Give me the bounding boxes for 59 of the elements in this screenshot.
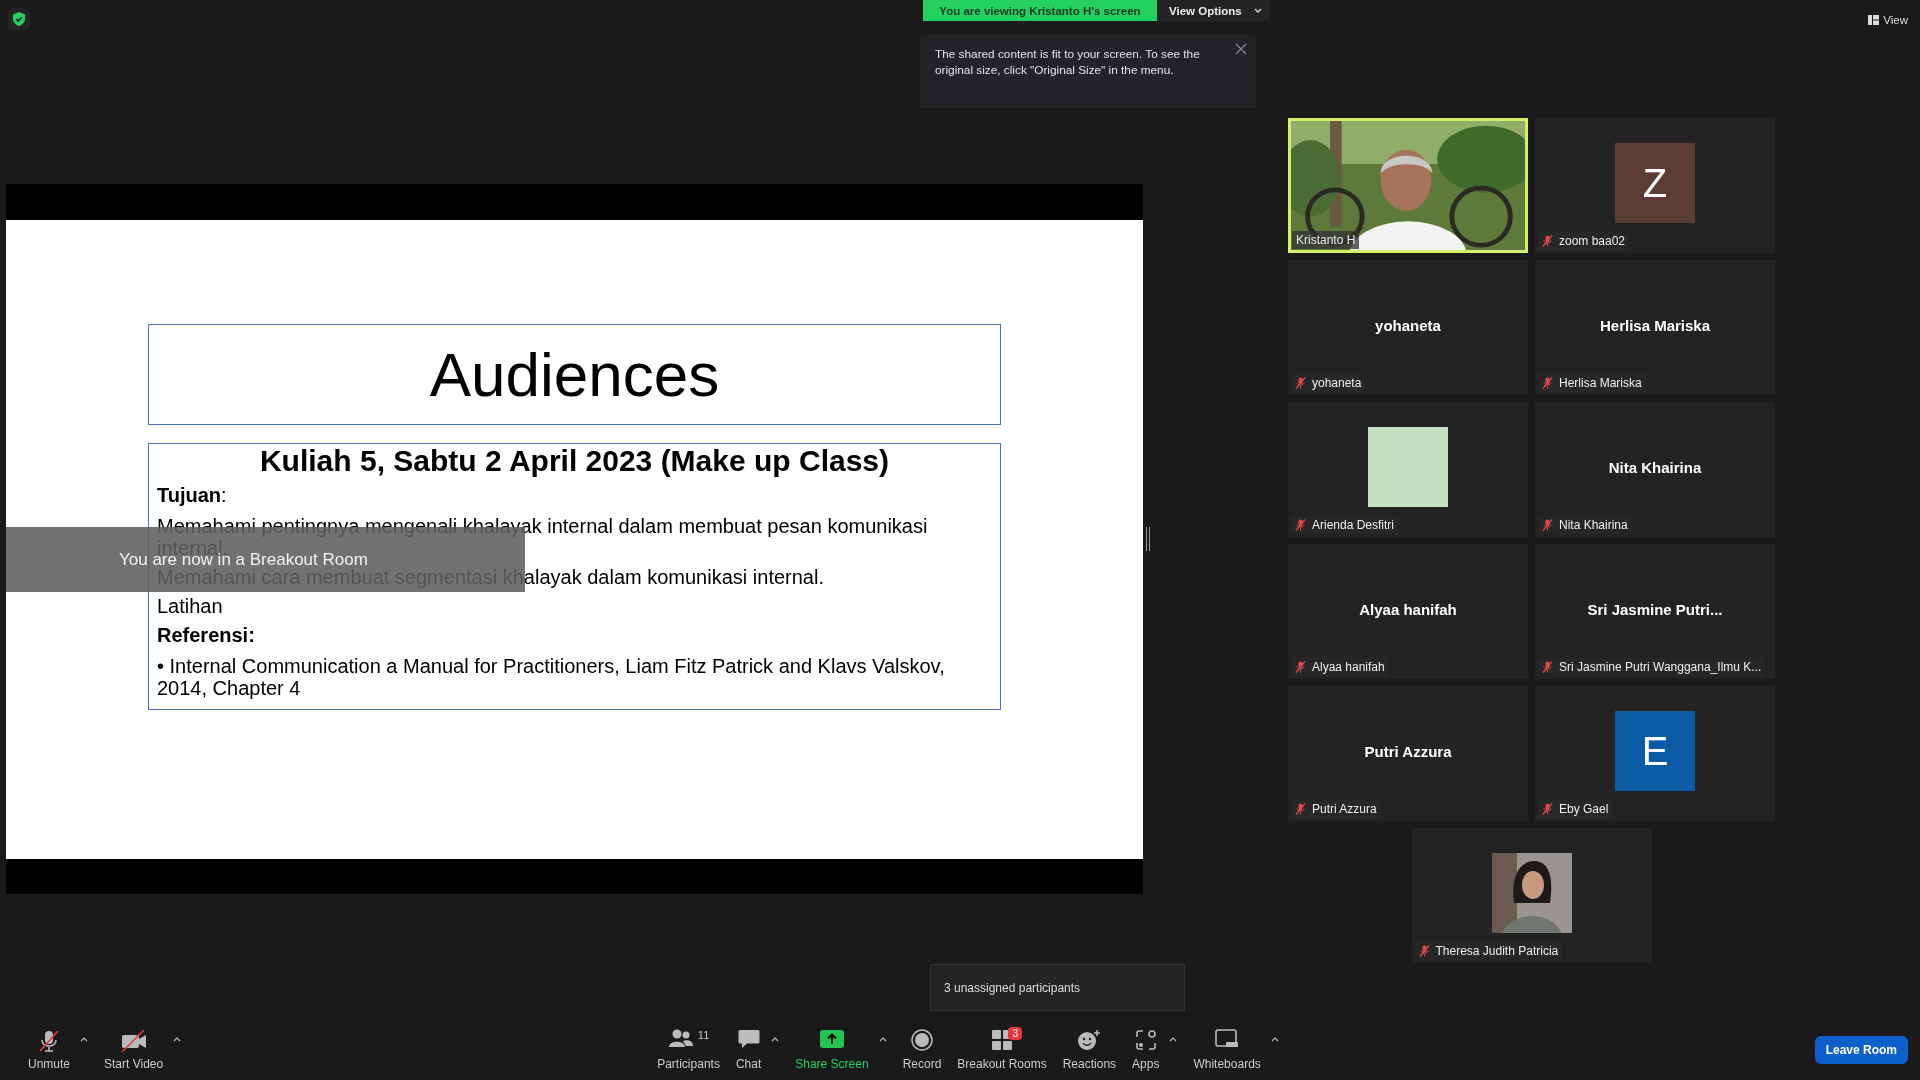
name-label: Kristanto H xyxy=(1292,231,1360,249)
slide-text: • Internal Communication a Manual for Practitioners, Liam Fitz Patrick and Klavs Valskov, 2014, Chapter 4 xyxy=(157,655,946,699)
slide-text: Latihan xyxy=(157,595,224,617)
avatar: E xyxy=(1615,711,1695,791)
video-off-icon xyxy=(119,1029,148,1053)
avatar: Z xyxy=(1615,143,1695,223)
grid-icon xyxy=(991,1029,1013,1051)
name-label: yohaneta xyxy=(1291,374,1366,392)
slide-text: Referensi: xyxy=(157,624,256,646)
participant-count: 11 xyxy=(697,1029,710,1041)
chat-icon xyxy=(737,1029,760,1049)
grid-view-icon xyxy=(1868,15,1880,25)
muted-mic-icon xyxy=(37,1029,61,1053)
participant-name: Putri Azzura xyxy=(1364,742,1452,760)
splitter-handle[interactable] xyxy=(1146,527,1150,551)
name-label: Nita Khairina xyxy=(1538,516,1632,534)
participant-name: Nita Khairina xyxy=(1608,458,1702,476)
view-options-button[interactable]: View Options xyxy=(1157,0,1270,21)
toolbar-button[interactable]: 3 Breakout Rooms xyxy=(949,1029,1055,1071)
toolbar-button[interactable]: Unmute xyxy=(20,1029,79,1071)
people-icon xyxy=(667,1029,694,1049)
caret-icon xyxy=(1253,8,1262,13)
toolbar-button[interactable]: Record xyxy=(894,1029,950,1071)
share-screen-icon xyxy=(819,1029,844,1049)
toolbar-button[interactable]: Chat xyxy=(727,1029,770,1071)
name-label: Putri Azzura xyxy=(1291,800,1381,818)
name-label: Herlisa Mariska xyxy=(1538,374,1646,392)
participant-name: Sri Jasmine Putri... xyxy=(1587,600,1723,618)
leave-room-button[interactable]: Leave Room xyxy=(1814,1036,1908,1064)
whiteboard-icon xyxy=(1215,1029,1240,1049)
participant-name: yohaneta xyxy=(1375,316,1441,334)
name-label: Arienda Desfitri xyxy=(1291,516,1399,534)
toolbar-button[interactable]: Reactions xyxy=(1054,1029,1125,1071)
participant-name: Alyaa hanifah xyxy=(1359,600,1457,618)
slide-heading: Kuliah 5, Sabtu 2 April 2023 (Make up Class) xyxy=(258,444,891,478)
name-label: zoom baa02 xyxy=(1538,232,1630,250)
popup-text: 3 unassigned participants xyxy=(944,980,1081,995)
name-label: Theresa Judith Patricia xyxy=(1414,942,1563,960)
sharing-banner: You are viewing Kristanto H's screen xyxy=(923,0,1157,21)
toolbar-button[interactable]: Share Screen xyxy=(787,1029,877,1071)
notice-text: You are now in a Breakout Room xyxy=(119,549,368,569)
apps-icon xyxy=(1134,1029,1157,1051)
emoji-icon xyxy=(1077,1029,1102,1051)
record-icon xyxy=(911,1029,933,1051)
tooltip-text: The shared content is fit to your screen. To see the original size, click "Original Size" in the menu. xyxy=(935,46,1201,78)
toolbar-button[interactable]: Start Video xyxy=(96,1029,172,1071)
slide-title: Audiences xyxy=(429,339,720,410)
count-badge: 3 xyxy=(1008,1027,1022,1040)
participant-name: Herlisa Mariska xyxy=(1599,316,1711,334)
close-icon[interactable] xyxy=(1235,43,1247,55)
slide-text: Tujuan: xyxy=(157,484,228,506)
toolbar-button[interactable]: 11 Participants xyxy=(649,1029,728,1071)
toolbar-button[interactable]: Apps xyxy=(1124,1029,1168,1071)
toolbar-button[interactable]: Whiteboards xyxy=(1185,1029,1269,1071)
name-label: Eby Gael xyxy=(1538,800,1613,818)
view-button[interactable]: View xyxy=(1866,12,1910,28)
security-icon[interactable] xyxy=(8,8,30,30)
name-label: Sri Jasmine Putri Wanggana_Ilmu K... xyxy=(1538,658,1766,676)
name-label: Alyaa hanifah xyxy=(1291,658,1389,676)
